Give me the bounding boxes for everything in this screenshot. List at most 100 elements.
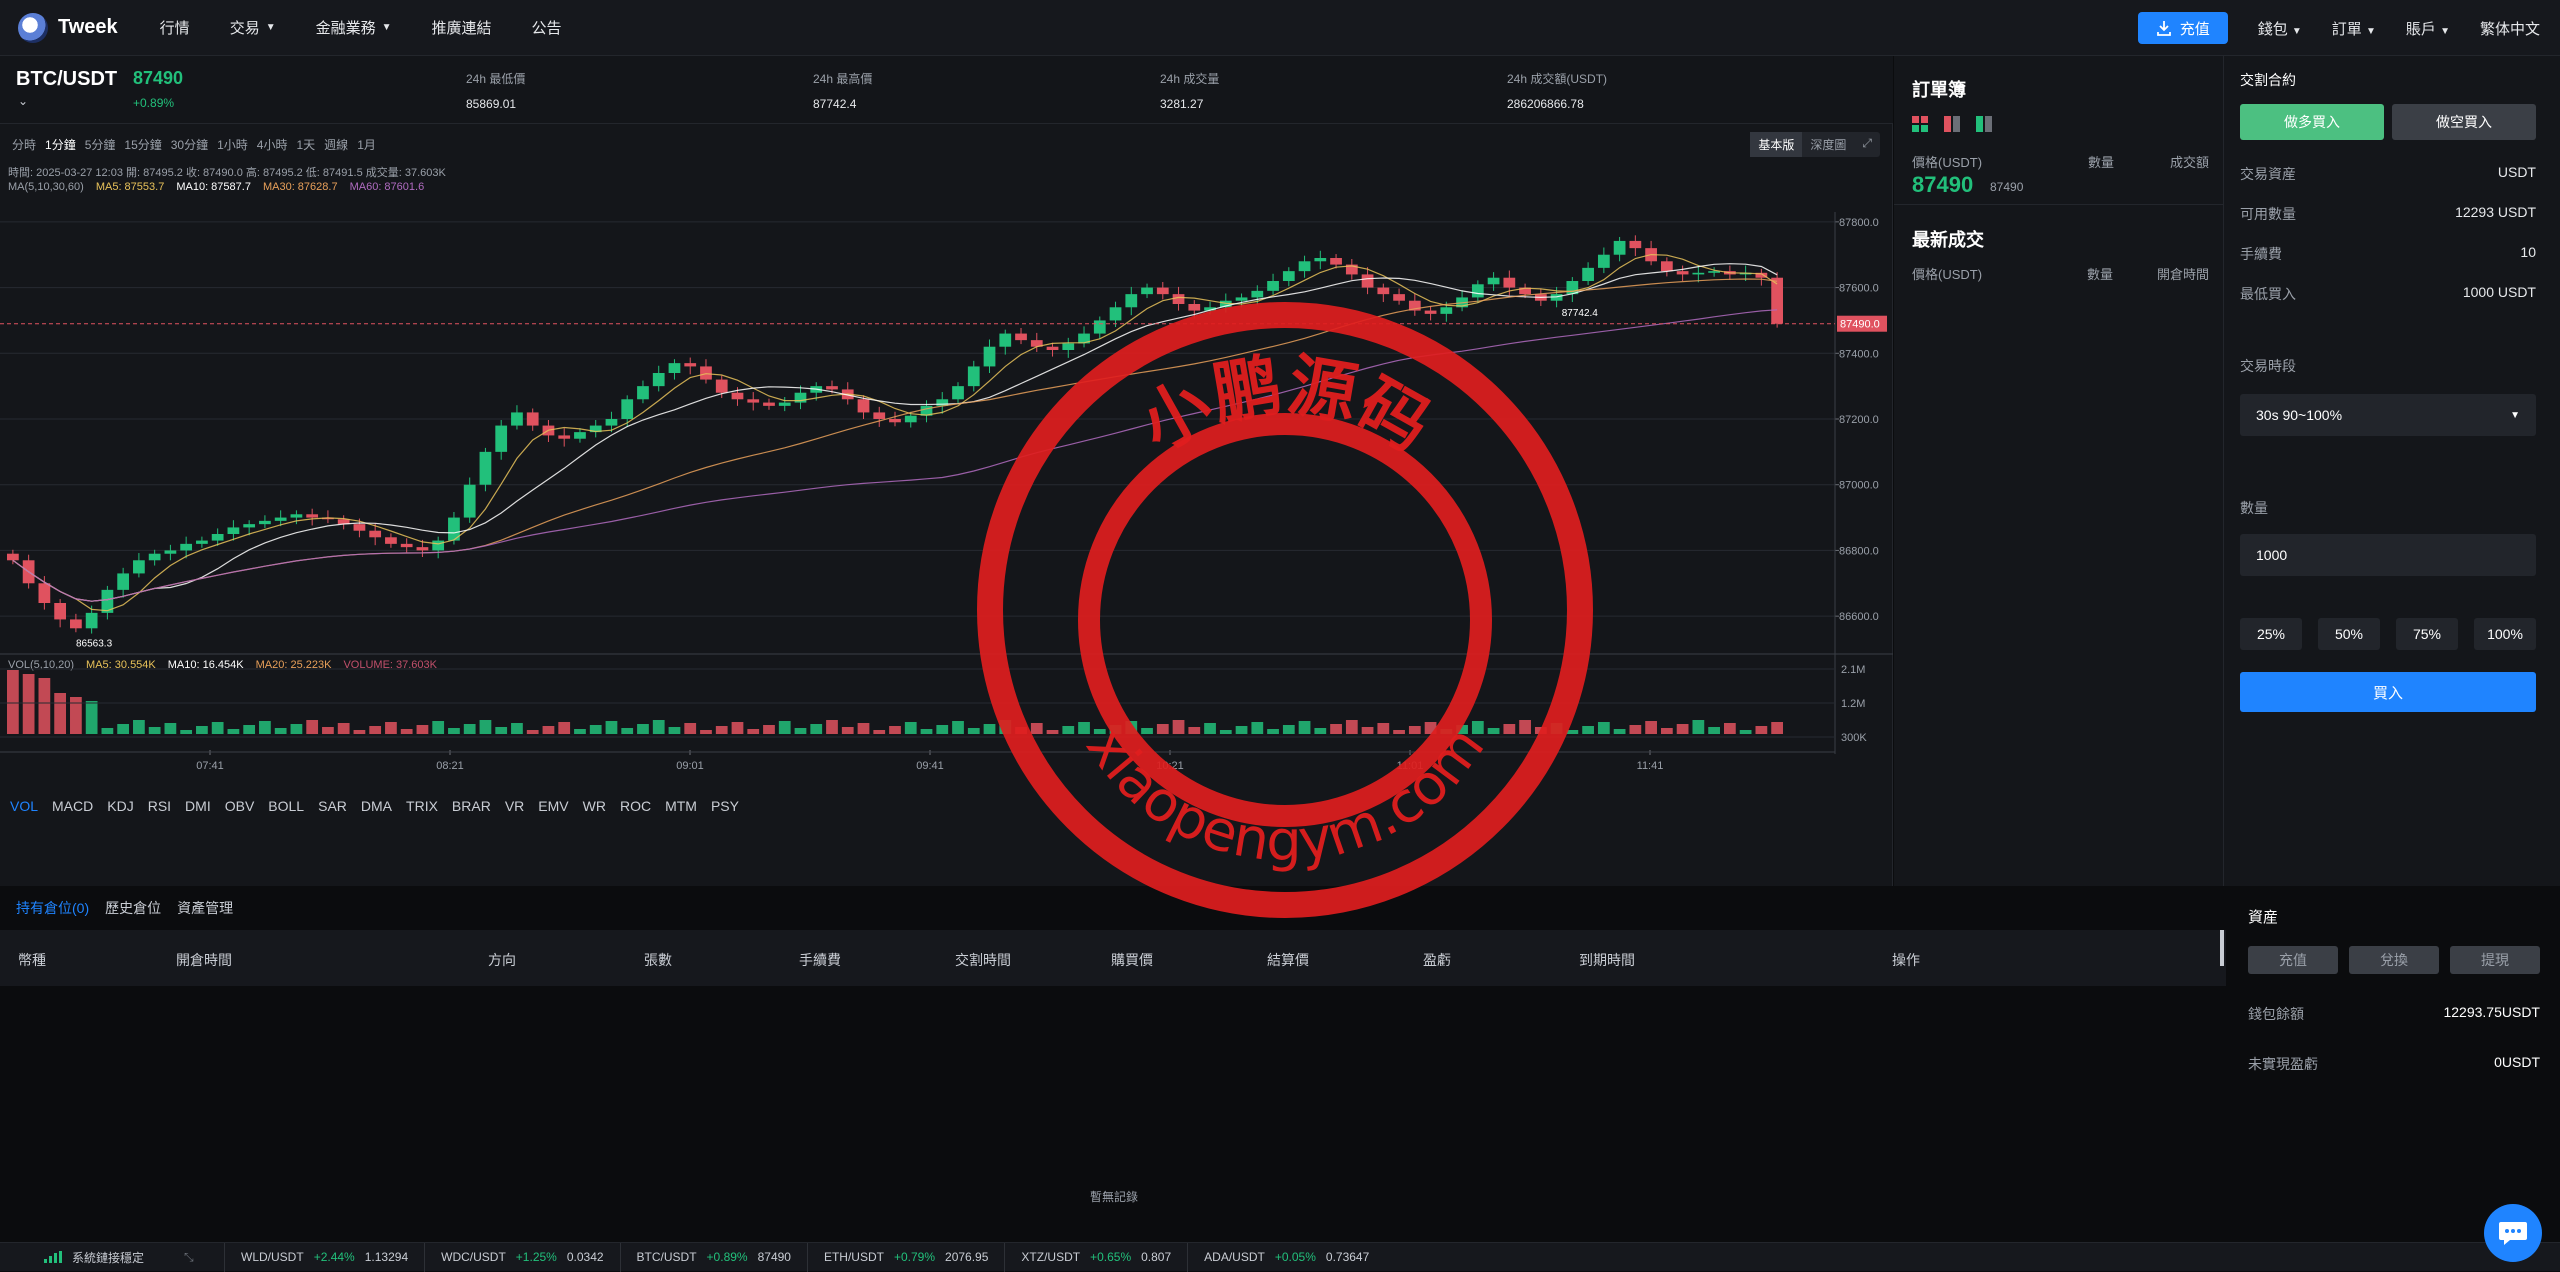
indicator-tab[interactable]: RSI xyxy=(148,798,171,814)
candle-body xyxy=(227,527,240,534)
volume-bar xyxy=(432,721,445,734)
volume-bar xyxy=(1030,723,1043,734)
nav-item-trade[interactable]: 交易 ▼ xyxy=(230,17,276,38)
volume-bar xyxy=(574,729,586,734)
volume-bar xyxy=(873,730,886,734)
volume-bar xyxy=(306,720,319,734)
asset-exchange-button[interactable]: 兌換 xyxy=(2349,946,2439,974)
percent-75-button[interactable]: 75% xyxy=(2396,618,2458,650)
candle-body xyxy=(1125,294,1138,308)
volume-bar xyxy=(133,720,145,734)
asset-withdraw-button[interactable]: 提現 xyxy=(2450,946,2540,974)
indicator-tab[interactable]: WR xyxy=(583,798,606,814)
indicator-tab[interactable]: KDJ xyxy=(107,798,133,814)
candle-body xyxy=(416,547,429,551)
volume-bar xyxy=(857,723,870,734)
tab-open-positions[interactable]: 持有倉位(0) xyxy=(16,898,90,932)
indicator-tab[interactable]: DMI xyxy=(185,798,211,814)
volume-bar xyxy=(1440,729,1453,734)
indicator-tab[interactable]: VOL xyxy=(10,798,38,814)
period-label: 交易時段 xyxy=(2240,358,2296,374)
scrollbar[interactable] xyxy=(2220,930,2224,966)
footer-ticker-item[interactable]: XTZ/USDT +0.65% 0.807 xyxy=(1004,1242,1187,1272)
orderbook-mid-price: 87490 xyxy=(1912,172,1974,197)
indicator-tab[interactable]: MACD xyxy=(52,798,93,814)
candle-body xyxy=(1424,310,1437,314)
x-tick-label: 10:21 xyxy=(1156,760,1184,772)
chevron-down-icon[interactable]: ⌄ xyxy=(18,94,28,108)
orderbook-bids-icon[interactable] xyxy=(1976,116,1992,132)
indicator-tab[interactable]: SAR xyxy=(318,798,347,814)
nav-item-announcement[interactable]: 公告 xyxy=(532,17,562,38)
indicator-tab[interactable]: BOLL xyxy=(268,798,304,814)
language-selector[interactable]: 繁体中文 xyxy=(2480,18,2540,39)
percent-50-button[interactable]: 50% xyxy=(2318,618,2380,650)
deposit-button[interactable]: 充值 xyxy=(2137,12,2228,44)
volume-bar xyxy=(731,722,744,734)
indicator-tab[interactable]: BRAR xyxy=(452,798,491,814)
stat-24h-high: 24h 最高價 87742.4 xyxy=(813,72,873,111)
nav-item-market[interactable]: 行情 xyxy=(160,17,190,38)
volume-bar xyxy=(1188,727,1201,734)
volume-bar xyxy=(1093,729,1106,734)
tab-history-positions[interactable]: 歷史倉位 xyxy=(105,898,161,932)
orderbook-panel: 訂單簿 價格(USDT) 數量 成交額 87490 87490 最新成交 價格(… xyxy=(1894,56,2224,886)
footer-ticker-item[interactable]: ADA/USDT +0.05% 0.73647 xyxy=(1187,1242,1385,1272)
buy-long-button[interactable]: 做多買入 xyxy=(2240,104,2384,140)
indicator-tab[interactable]: DMA xyxy=(361,798,392,814)
footer-ticker-item[interactable]: BTC/USDT +0.89% 87490 xyxy=(619,1242,807,1272)
nav-item-finance[interactable]: 金融業務 ▼ xyxy=(316,17,392,38)
percent-25-button[interactable]: 25% xyxy=(2240,618,2302,650)
candle-body xyxy=(511,412,523,426)
volume-bar xyxy=(1471,721,1484,734)
footer-ticker-item[interactable]: ETH/USDT +0.79% 2076.95 xyxy=(806,1242,1004,1272)
nav-item-referral[interactable]: 推廣連結 xyxy=(432,17,492,38)
volume-bar xyxy=(1503,724,1516,734)
volume-bar xyxy=(148,727,161,734)
menu-orders[interactable]: 訂單 ▼ xyxy=(2332,18,2376,39)
quantity-input[interactable] xyxy=(2240,534,2536,576)
caret-down-icon: ▼ xyxy=(2510,409,2520,421)
candle-body xyxy=(1251,290,1264,298)
asset-deposit-button[interactable]: 充值 xyxy=(2248,946,2338,974)
indicator-tab[interactable]: VR xyxy=(505,798,524,814)
menu-account[interactable]: 賬戶 ▼ xyxy=(2406,18,2450,39)
indicator-tab[interactable]: OBV xyxy=(225,798,255,814)
candle-body xyxy=(1015,333,1027,341)
candle-body xyxy=(1377,287,1390,295)
sell-short-button[interactable]: 做空買入 xyxy=(2392,104,2536,140)
footer-ticker-item[interactable]: WLD/USDT +2.44% 1.13294 xyxy=(224,1242,424,1272)
expand-icon[interactable]: ⤡ xyxy=(184,1250,224,1265)
ma-line-30 xyxy=(12,278,1778,602)
pair-selector[interactable]: BTC/USDT xyxy=(16,68,117,91)
column-header: 幣種 xyxy=(18,952,46,968)
indicator-tab[interactable]: PSY xyxy=(711,798,739,814)
logo[interactable]: Tweek xyxy=(18,12,118,43)
buy-submit-button[interactable]: 買入 xyxy=(2240,672,2536,712)
tab-asset-management[interactable]: 資產管理 xyxy=(177,898,233,932)
candlestick-chart[interactable]: 87800.0 87600.0 87400.0 87200.0 87000.0 86800… xyxy=(0,124,1893,784)
indicator-tab[interactable]: TRIX xyxy=(406,798,438,814)
footer-ticker-item[interactable]: WDC/USDT +1.25% 0.0342 xyxy=(424,1242,619,1272)
volume-bar xyxy=(1156,724,1169,734)
period-select[interactable]: 30s 90~100% ▼ xyxy=(2240,394,2536,436)
indicator-tab[interactable]: ROC xyxy=(620,798,651,814)
percent-100-button[interactable]: 100% xyxy=(2474,618,2536,650)
menu-wallet[interactable]: 錢包 ▼ xyxy=(2258,18,2302,39)
indicator-tab[interactable]: MTM xyxy=(665,798,697,814)
chat-button[interactable] xyxy=(2484,1204,2542,1262)
column-header: 到期時間 xyxy=(1579,952,1635,968)
indicator-tab[interactable]: EMV xyxy=(538,798,568,814)
orderbook-asks-icon[interactable] xyxy=(1944,116,1960,132)
candle-body xyxy=(1141,287,1153,295)
row-min-buy: 最低買入 1000 USDT xyxy=(2240,284,2536,302)
ticker-pair: WLD/USDT xyxy=(241,1250,304,1264)
caret-down-icon: ▼ xyxy=(2291,25,2302,37)
ticker-price: 87490 xyxy=(757,1250,791,1264)
volume-bar xyxy=(967,728,980,734)
volume-bar xyxy=(1519,720,1531,734)
volume-bar xyxy=(1550,723,1563,734)
orderbook-both-icon[interactable] xyxy=(1912,116,1928,132)
candle-body xyxy=(558,435,571,439)
candle-body xyxy=(857,399,870,413)
